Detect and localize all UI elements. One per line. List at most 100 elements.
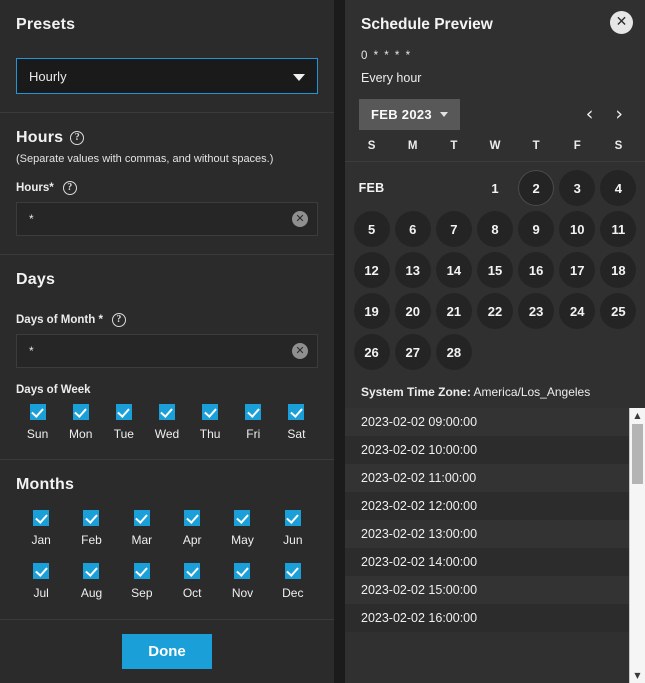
month-dec[interactable]: Dec <box>268 563 318 600</box>
checkbox-checked-icon[interactable] <box>184 510 201 526</box>
calendar-day-cell[interactable]: 24 <box>557 291 598 331</box>
calendar-day-cell[interactable]: 17 <box>557 250 598 290</box>
calendar-day-cell[interactable]: 14 <box>433 250 474 290</box>
month-apr[interactable]: Apr <box>167 510 217 547</box>
calendar-month-label: FEB <box>351 168 392 208</box>
checkbox-checked-icon[interactable] <box>234 510 251 526</box>
calendar-day-cell[interactable]: 26 <box>351 332 392 372</box>
scroll-up-icon[interactable]: ▲ <box>630 408 645 423</box>
calendar-day-cell[interactable]: 13 <box>392 250 433 290</box>
checkbox-checked-icon[interactable] <box>158 404 175 420</box>
prev-month-icon[interactable]: ‹ <box>586 105 594 124</box>
calendar-day-number: 14 <box>435 252 472 288</box>
month-nov[interactable]: Nov <box>217 563 267 600</box>
calendar-day-cell[interactable]: 16 <box>516 250 557 290</box>
checkbox-label: May <box>231 533 254 547</box>
calendar-day-number: 26 <box>353 334 390 370</box>
month-may[interactable]: May <box>217 510 267 547</box>
checkbox-label: Sat <box>287 427 306 441</box>
month-jan[interactable]: Jan <box>16 510 66 547</box>
scroll-down-icon[interactable]: ▼ <box>630 668 645 683</box>
calendar-day-number: 13 <box>394 252 431 288</box>
calendar-day-cell[interactable]: 11 <box>598 209 639 249</box>
presets-select[interactable]: Hourly <box>16 58 318 94</box>
checkbox-checked-icon[interactable] <box>33 510 50 526</box>
calendar-day-cell[interactable]: 22 <box>474 291 515 331</box>
checkbox-checked-icon[interactable] <box>33 563 50 579</box>
month-jun[interactable]: Jun <box>268 510 318 547</box>
schedule-preview-panel: Schedule Preview ✕ 0 * * * * Every hour … <box>345 0 645 683</box>
calendar-day-cell[interactable]: 7 <box>433 209 474 249</box>
occurrences-scrollbar[interactable]: ▲ ▼ <box>629 408 645 683</box>
hours-input[interactable]: * ✕ <box>16 202 318 236</box>
checkbox-checked-icon[interactable] <box>133 563 150 579</box>
calendar-day-number: 28 <box>435 334 472 370</box>
checkbox-label: Aug <box>80 586 103 600</box>
calendar-day-cell[interactable]: 23 <box>516 291 557 331</box>
checkbox-checked-icon[interactable] <box>245 404 262 420</box>
days-of-week-label: Days of Week <box>16 384 91 396</box>
day-of-week-sun[interactable]: Sun <box>16 404 59 441</box>
help-icon[interactable]: ? <box>111 313 126 327</box>
month-mar[interactable]: Mar <box>117 510 167 547</box>
checkbox-checked-icon[interactable] <box>83 563 100 579</box>
help-icon[interactable]: ? <box>62 181 77 195</box>
calendar-day-cell[interactable]: 5 <box>351 209 392 249</box>
day-of-week-mon[interactable]: Mon <box>59 404 102 441</box>
day-of-week-sat[interactable]: Sat <box>275 404 318 441</box>
day-of-month-input[interactable]: * ✕ <box>16 334 318 368</box>
checkbox-checked-icon[interactable] <box>72 404 89 420</box>
calendar-day-number: 22 <box>476 293 513 329</box>
calendar-day-cell[interactable]: 1 <box>474 168 515 208</box>
calendar-day-cell[interactable]: 10 <box>557 209 598 249</box>
month-jul[interactable]: Jul <box>16 563 66 600</box>
scrollbar-thumb[interactable] <box>632 424 643 484</box>
calendar-day-cell[interactable]: 9 <box>516 209 557 249</box>
month-year-selector[interactable]: FEB 2023 <box>359 99 460 130</box>
calendar-day-cell[interactable]: 3 <box>557 168 598 208</box>
checkbox-checked-icon[interactable] <box>202 404 219 420</box>
day-of-week-wed[interactable]: Wed <box>145 404 188 441</box>
calendar-day-cell[interactable]: 12 <box>351 250 392 290</box>
checkbox-checked-icon[interactable] <box>288 404 305 420</box>
checkbox-checked-icon[interactable] <box>234 563 251 579</box>
checkbox-checked-icon[interactable] <box>184 563 201 579</box>
checkbox-checked-icon[interactable] <box>284 510 301 526</box>
calendar-day-number: 8 <box>476 211 513 247</box>
calendar-day-cell[interactable]: 27 <box>392 332 433 372</box>
calendar-day-cell[interactable]: 4 <box>598 168 639 208</box>
calendar-day-cell[interactable]: 25 <box>598 291 639 331</box>
days-heading: Days <box>16 271 56 288</box>
checkbox-checked-icon[interactable] <box>83 510 100 526</box>
next-month-icon[interactable]: › <box>615 105 623 124</box>
calendar-day-cell[interactable]: 8 <box>474 209 515 249</box>
calendar-day-cell[interactable]: 2 <box>516 168 557 208</box>
checkbox-checked-icon[interactable] <box>29 404 46 420</box>
month-feb[interactable]: Feb <box>66 510 116 547</box>
day-of-month-label-row: Days of Month * ? <box>16 313 318 327</box>
checkbox-checked-icon[interactable] <box>133 510 150 526</box>
calendar-day-cell[interactable]: 28 <box>433 332 474 372</box>
month-sep[interactable]: Sep <box>117 563 167 600</box>
checkbox-checked-icon[interactable] <box>115 404 132 420</box>
clear-icon[interactable]: ✕ <box>292 211 308 227</box>
checkbox-label: Jan <box>31 533 51 547</box>
calendar-day-number <box>600 334 636 370</box>
checkbox-checked-icon[interactable] <box>284 563 301 579</box>
calendar-day-cell[interactable]: 18 <box>598 250 639 290</box>
calendar-day-cell[interactable]: 21 <box>433 291 474 331</box>
done-button[interactable]: Done <box>122 634 212 669</box>
month-oct[interactable]: Oct <box>167 563 217 600</box>
calendar-day-cell[interactable]: 20 <box>392 291 433 331</box>
month-aug[interactable]: Aug <box>66 563 116 600</box>
help-icon[interactable]: ? <box>70 131 85 145</box>
calendar-day-cell[interactable]: 6 <box>392 209 433 249</box>
panel-footer: Done <box>0 619 334 683</box>
calendar-day-cell[interactable]: 15 <box>474 250 515 290</box>
calendar-day-cell[interactable]: 19 <box>351 291 392 331</box>
day-of-week-thu[interactable]: Thu <box>189 404 232 441</box>
close-icon[interactable]: ✕ <box>610 11 633 34</box>
day-of-week-fri[interactable]: Fri <box>232 404 275 441</box>
day-of-week-tue[interactable]: Tue <box>102 404 145 441</box>
clear-icon[interactable]: ✕ <box>292 343 308 359</box>
